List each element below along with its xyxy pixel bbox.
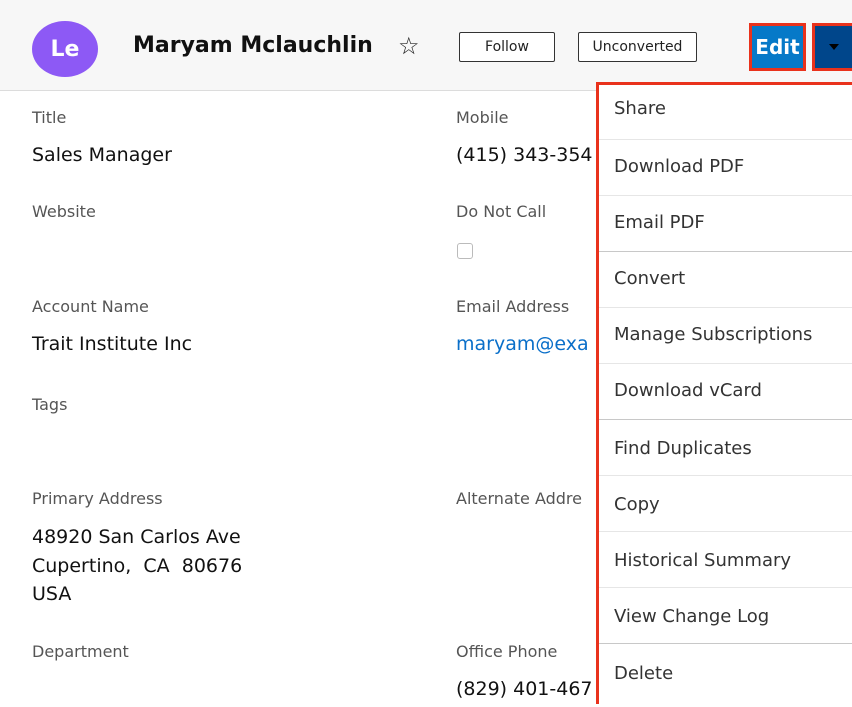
menu-item-manage-subscriptions[interactable]: Manage Subscriptions: [599, 308, 852, 364]
menu-item-delete[interactable]: Delete: [599, 644, 852, 707]
menu-item-copy[interactable]: Copy: [599, 476, 852, 532]
field-label-account-name: Account Name: [32, 297, 149, 316]
field-value-account-name: Trait Institute Inc: [32, 333, 193, 355]
star-icon[interactable]: ☆: [398, 32, 420, 60]
follow-button[interactable]: Follow: [459, 32, 555, 62]
menu-item-share[interactable]: Share: [599, 85, 852, 140]
field-value-mobile: (415) 343-354: [456, 144, 593, 166]
email-link[interactable]: maryam@exa: [456, 330, 589, 358]
caret-down-icon: [828, 44, 839, 50]
avatar: Le: [32, 21, 98, 77]
address-line-1: 48920 San Carlos Ave: [32, 526, 241, 548]
field-label-department: Department: [32, 642, 129, 661]
field-label-mobile: Mobile: [456, 108, 509, 127]
record-name: Maryam Mclauchlin: [133, 33, 373, 58]
edit-button[interactable]: Edit: [749, 23, 806, 71]
field-label-primary-address: Primary Address: [32, 489, 163, 508]
status-badge: Unconverted: [578, 32, 697, 62]
field-label-do-not-call: Do Not Call: [456, 202, 547, 221]
address-line-3: USA: [32, 583, 72, 605]
menu-item-find-duplicates[interactable]: Find Duplicates: [599, 420, 852, 476]
menu-item-email-pdf[interactable]: Email PDF: [599, 196, 852, 252]
field-label-alternate-address: Alternate Addre: [456, 489, 582, 508]
field-value-office-phone: (829) 401-467: [456, 678, 593, 700]
menu-item-download-pdf[interactable]: Download PDF: [599, 140, 852, 196]
field-label-tags: Tags: [32, 395, 68, 414]
actions-menu: Share Download PDF Email PDF Convert Man…: [596, 82, 852, 704]
address-line-2: Cupertino, CA 80676: [32, 555, 243, 577]
actions-dropdown-button[interactable]: [812, 23, 852, 71]
field-label-title: Title: [32, 108, 67, 127]
field-value-title: Sales Manager: [32, 144, 172, 166]
field-label-office-phone: Office Phone: [456, 642, 558, 661]
menu-item-convert[interactable]: Convert: [599, 252, 852, 308]
menu-item-view-change-log[interactable]: View Change Log: [599, 588, 852, 644]
record-header: Le Maryam Mclauchlin ☆ Follow Unconverte…: [0, 0, 852, 91]
menu-item-historical-summary[interactable]: Historical Summary: [599, 532, 852, 588]
field-label-website: Website: [32, 202, 96, 221]
avatar-initials: Le: [50, 36, 80, 62]
do-not-call-checkbox[interactable]: [457, 243, 473, 259]
field-label-email: Email Address: [456, 297, 570, 316]
menu-item-download-vcard[interactable]: Download vCard: [599, 364, 852, 420]
